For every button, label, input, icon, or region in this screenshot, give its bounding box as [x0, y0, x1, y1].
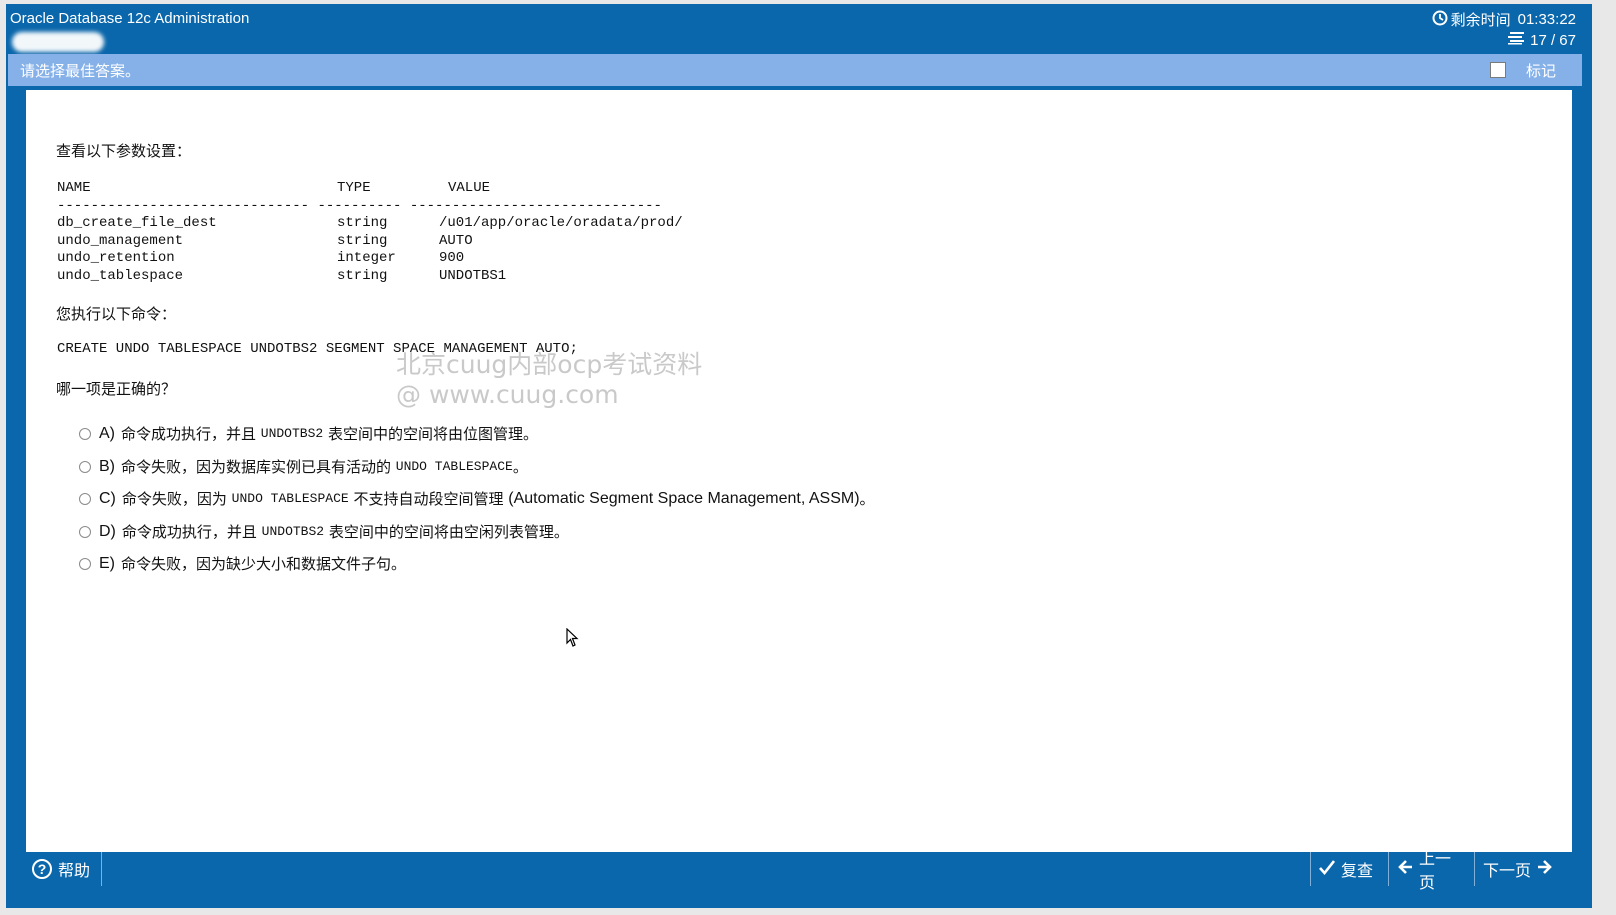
answer-option-a[interactable]: A) 命令成功执行，并且 UNDOTBS2 表空间中的空间将由位图管理。 [79, 423, 538, 444]
param-separator: ------------------------------ ---------… [57, 197, 662, 214]
previous-label: 上一页 [1419, 849, 1452, 892]
radio-button[interactable] [79, 460, 91, 473]
param-header-value: VALUE [448, 180, 491, 196]
help-icon: ? [32, 859, 52, 879]
next-button[interactable]: 下一页 [1474, 852, 1572, 886]
previous-button[interactable]: 上一页 [1388, 849, 1474, 892]
option-code-text: UNDOTBS2 [260, 426, 324, 441]
command-intro: 您执行以下命令： [56, 305, 177, 323]
param-header-name: NAME [57, 180, 91, 196]
param-row-1-name: db_create_file_dest [57, 215, 217, 231]
watermark-line-1: 北京cuug内部ocp考试资料 [396, 350, 703, 379]
review-label: 复查 [1341, 861, 1374, 880]
param-header-type: TYPE [337, 180, 371, 196]
option-code-text: UNDO TABLESPACE [395, 459, 513, 474]
param-row-3-name: undo_retention [57, 250, 175, 266]
arrow-left-icon [1397, 859, 1413, 879]
timer-label: 剩余时间 [1450, 11, 1511, 29]
option-key: C) [99, 489, 116, 507]
param-row-2-type: string [337, 232, 388, 249]
option-key: A) [99, 424, 115, 442]
option-text: 命令失败，因为数据库实例已具有活动的 [121, 458, 396, 476]
radio-button[interactable] [79, 525, 91, 538]
exam-window: Oracle Database 12c Administration 剩余时间 … [6, 4, 1592, 908]
answer-option-e[interactable]: E) 命令失败，因为缺少大小和数据文件子句。 [79, 553, 406, 574]
answer-option-b[interactable]: B) 命令失败，因为数据库实例已具有活动的 UNDO TABLESPACE。 [79, 456, 528, 477]
question-area: 查看以下参数设置： NAME TYPE VALUE ----------------… [26, 90, 1572, 876]
param-row-3-value: 900 [439, 250, 465, 266]
option-text: 命令成功执行，并且 [121, 523, 262, 541]
param-row-2-name: undo_management [57, 232, 184, 249]
mark-checkbox[interactable] [1490, 62, 1506, 78]
param-row-3-type: integer [337, 250, 396, 266]
instruction-text: 请选择最佳答案。 [20, 62, 141, 80]
param-table: NAME TYPE VALUE --------------------------… [57, 180, 683, 285]
list-icon [1507, 31, 1525, 49]
footer-bar: ? 帮助 复查 上一页 下一页 [26, 849, 1572, 892]
param-row-4-type: string [337, 267, 388, 284]
review-button[interactable]: 复查 [1310, 852, 1388, 886]
timer-value: 01:33:22 [1517, 11, 1576, 28]
param-row-1-type: string [337, 215, 388, 231]
option-key: E) [99, 554, 115, 572]
clock-icon [1432, 10, 1448, 30]
next-label: 下一页 [1483, 861, 1532, 880]
option-text: 。 [512, 458, 528, 476]
candidate-name-redacted [12, 32, 104, 52]
radio-button[interactable] [79, 492, 91, 505]
watermark-line-2: @ www.cuug.com [396, 380, 619, 409]
watermark: 北京cuug内部ocp考试资料 @ www.cuug.com [396, 350, 702, 410]
timer: 剩余时间 01:33:22 [1432, 9, 1576, 30]
option-text: 命令失败，因为 [121, 490, 232, 508]
param-row-4-value: UNDOTBS1 [439, 267, 507, 284]
option-text: 。 [859, 490, 875, 508]
progress-text: 17 / 67 [1530, 31, 1576, 49]
option-text: 表空间中的空间将由空闲列表管理。 [324, 523, 569, 541]
arrow-right-icon [1537, 859, 1553, 879]
checkmark-icon [1319, 859, 1336, 879]
answer-option-d[interactable]: D) 命令成功执行，并且 UNDOTBS2 表空间中的空间将由空闲列表管理。 [79, 521, 569, 542]
option-code-text: UNDOTBS2 [261, 524, 325, 539]
app-title: Oracle Database 12c Administration [10, 10, 250, 27]
mark-label: 标记 [1525, 62, 1556, 80]
question-counter: 17 / 67 [1507, 31, 1576, 49]
option-text: 表空间中的空间将由位图管理。 [323, 425, 538, 443]
option-code-text: UNDO TABLESPACE [231, 491, 349, 506]
help-label: 帮助 [58, 861, 91, 880]
param-row-4-name: undo_tablespace [57, 267, 184, 284]
instruction-bar: 请选择最佳答案。 标记 [8, 54, 1582, 86]
option-text: 命令失败，因为缺少大小和数据文件子句。 [121, 555, 407, 573]
mouse-cursor-icon [566, 627, 580, 652]
help-button[interactable]: ? 帮助 [26, 852, 102, 886]
question-intro: 查看以下参数设置： [56, 142, 192, 160]
radio-button[interactable] [79, 557, 91, 570]
option-key: B) [99, 457, 115, 475]
answer-option-c[interactable]: C) 命令失败，因为 UNDO TABLESPACE 不支持自动段空间管理 (Au… [79, 488, 875, 509]
left-strip [8, 90, 26, 876]
option-text: 不支持自动段空间管理 [348, 490, 509, 508]
question-prompt: 哪一项是正确的？ [56, 380, 177, 398]
param-row-2-value: AUTO [439, 232, 473, 249]
param-row-1-value: /u01/app/oracle/oradata/prod/ [439, 215, 683, 231]
option-latin-text: (Automatic Segment Space Management, ASS… [508, 489, 860, 507]
option-text: 命令成功执行，并且 [121, 425, 261, 443]
option-key: D) [99, 522, 116, 540]
radio-button[interactable] [79, 427, 91, 440]
